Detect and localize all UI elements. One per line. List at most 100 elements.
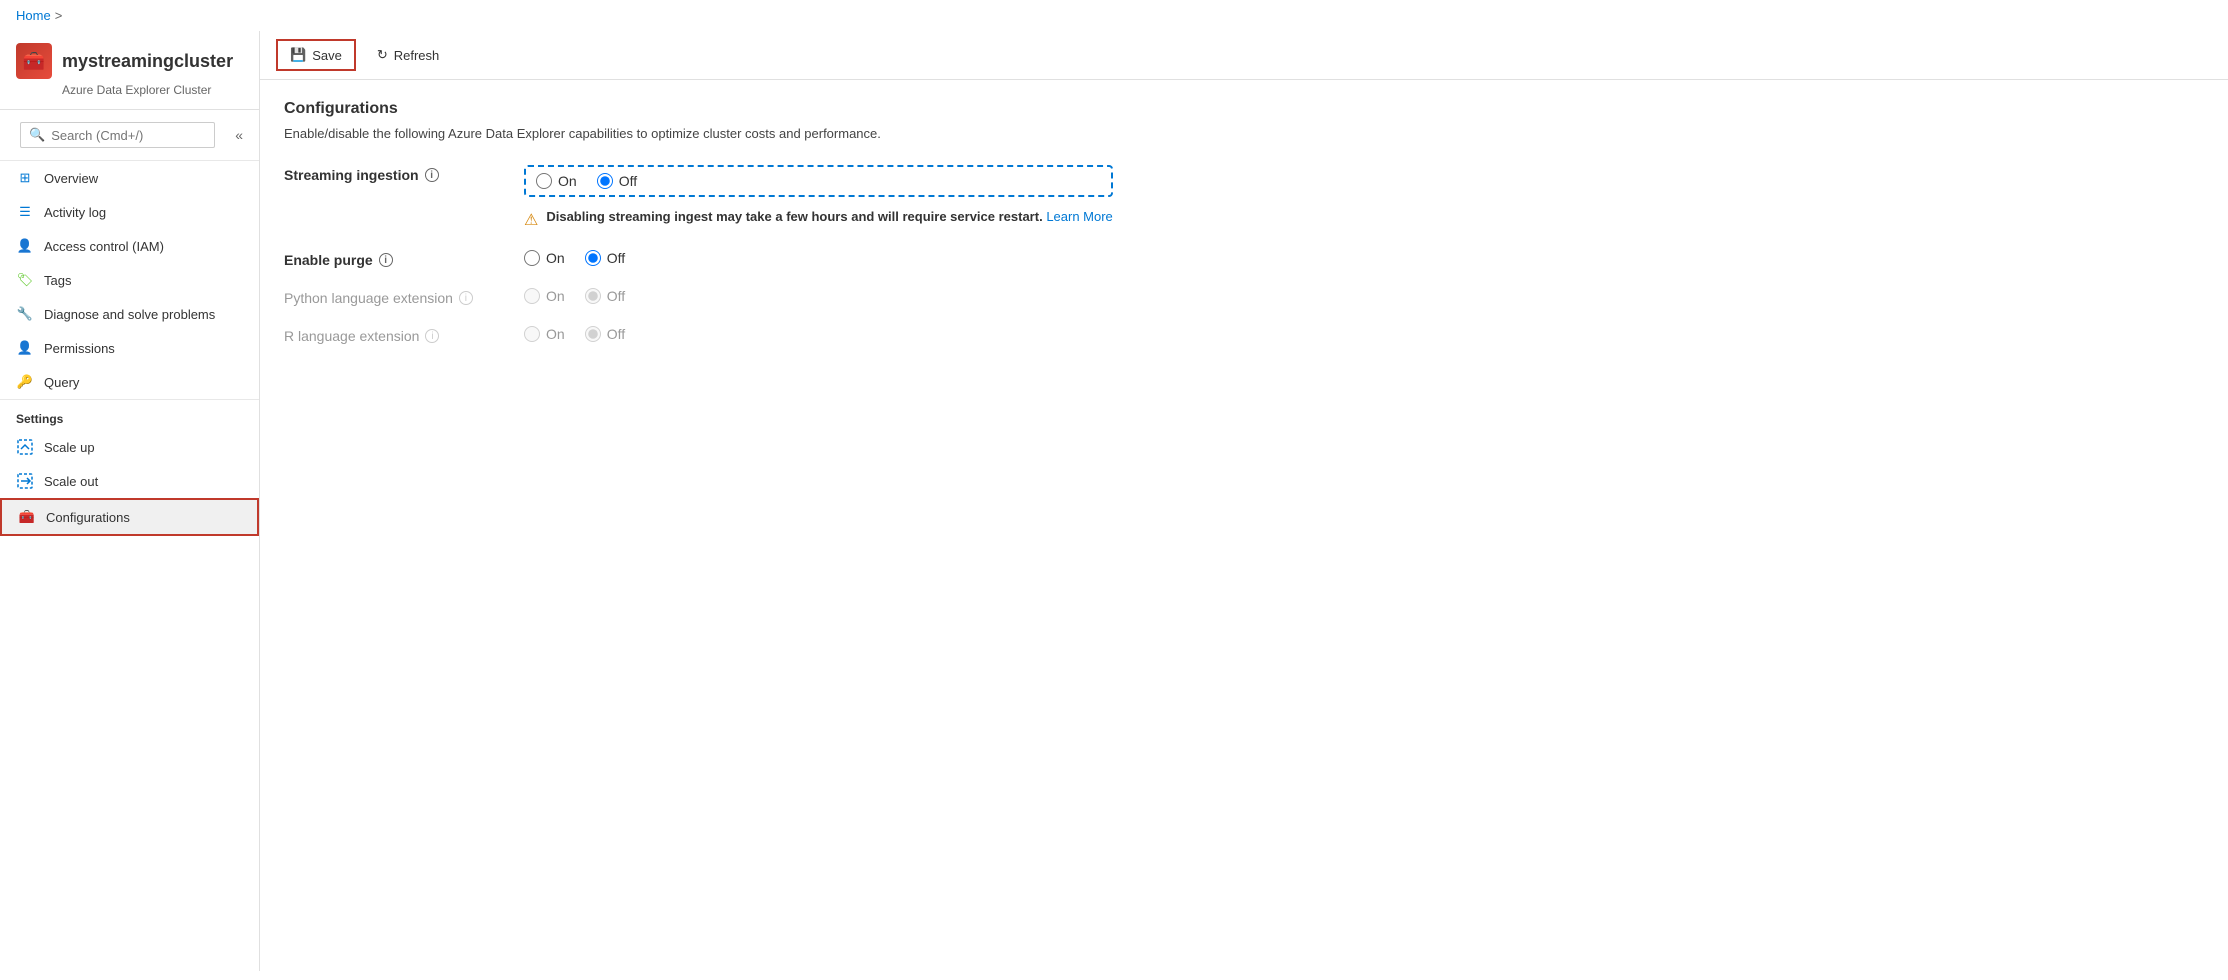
sidebar-label-permissions: Permissions (44, 341, 115, 356)
main-content: 💾 Save ↻ Refresh Configurations Enable/d… (260, 31, 2228, 971)
python-language-on-option: On (524, 288, 565, 304)
enable-purge-controls: On Off (524, 250, 625, 266)
sidebar-item-tags[interactable]: 🏷 Tags (0, 263, 259, 297)
search-input[interactable] (51, 128, 206, 143)
r-language-off-radio (585, 326, 601, 342)
cluster-name: mystreamingcluster (62, 51, 233, 72)
sidebar-item-scale-out[interactable]: Scale out (0, 464, 259, 498)
sidebar-label-scale-up: Scale up (44, 440, 95, 455)
sidebar-header: 🧰 mystreamingcluster Azure Data Explorer… (0, 31, 259, 110)
streaming-ingestion-on-option[interactable]: On (536, 173, 577, 189)
streaming-ingestion-controls: On Off ⚠ Disabling streaming ingest may … (524, 165, 1113, 230)
enable-purge-off-option[interactable]: Off (585, 250, 625, 266)
sidebar-item-activity-log[interactable]: ☰ Activity log (0, 195, 259, 229)
search-box[interactable]: 🔍 (20, 122, 215, 148)
search-row: 🔍 « (0, 110, 259, 161)
sidebar-item-query[interactable]: 🔑 Query (0, 365, 259, 399)
python-language-off-radio (585, 288, 601, 304)
python-language-radio-group: On Off (524, 288, 625, 304)
sidebar-label-activity-log: Activity log (44, 205, 106, 220)
sidebar-label-tags: Tags (44, 273, 71, 288)
sidebar-label-access-control: Access control (IAM) (44, 239, 164, 254)
enable-purge-info-icon[interactable]: i (379, 253, 393, 267)
sidebar-label-scale-out: Scale out (44, 474, 98, 489)
r-language-off-label: Off (607, 326, 625, 342)
warning-text: Disabling streaming ingest may take a fe… (546, 209, 1112, 224)
section-title: Configurations (284, 100, 2204, 118)
enable-purge-on-label: On (546, 250, 565, 266)
python-language-on-label: On (546, 288, 565, 304)
collapse-button[interactable]: « (227, 123, 251, 147)
diagnose-icon: 🔧 (16, 305, 34, 323)
sidebar-item-configurations[interactable]: 🧰 Configurations (0, 498, 259, 536)
sidebar-label-diagnose: Diagnose and solve problems (44, 307, 215, 322)
sidebar: 🧰 mystreamingcluster Azure Data Explorer… (0, 31, 260, 971)
breadcrumb-separator: > (55, 8, 63, 23)
python-language-off-label: Off (607, 288, 625, 304)
iam-icon: 👤 (16, 237, 34, 255)
r-language-info-icon[interactable]: i (425, 329, 439, 343)
configurations-icon: 🧰 (18, 508, 36, 526)
r-language-on-label: On (546, 326, 565, 342)
r-language-off-option: Off (585, 326, 625, 342)
streaming-ingestion-off-label: Off (619, 173, 637, 189)
sidebar-item-permissions[interactable]: 👤 Permissions (0, 331, 259, 365)
r-language-on-radio (524, 326, 540, 342)
python-language-off-option: Off (585, 288, 625, 304)
streaming-ingestion-row: Streaming ingestion i On Off (284, 165, 2204, 230)
save-button[interactable]: 💾 Save (276, 39, 356, 71)
sidebar-item-access-control[interactable]: 👤 Access control (IAM) (0, 229, 259, 263)
python-language-label: Python language extension i (284, 288, 524, 306)
enable-purge-label: Enable purge i (284, 250, 524, 268)
sidebar-label-overview: Overview (44, 171, 98, 186)
breadcrumb-home[interactable]: Home (16, 8, 51, 23)
overview-icon: ⊞ (16, 169, 34, 187)
enable-purge-off-radio[interactable] (585, 250, 601, 266)
python-language-on-radio (524, 288, 540, 304)
enable-purge-off-label: Off (607, 250, 625, 266)
python-language-info-icon[interactable]: i (459, 291, 473, 305)
streaming-ingestion-radio-group: On Off (524, 165, 1113, 197)
warning-icon: ⚠ (524, 210, 538, 230)
sidebar-item-scale-up[interactable]: Scale up (0, 430, 259, 464)
activity-log-icon: ☰ (16, 203, 34, 221)
python-language-row: Python language extension i On Off (284, 288, 2204, 306)
sidebar-item-overview[interactable]: ⊞ Overview (0, 161, 259, 195)
r-language-controls: On Off (524, 326, 625, 342)
sidebar-label-configurations: Configurations (46, 510, 130, 525)
sidebar-label-query: Query (44, 375, 79, 390)
settings-section-label: Settings (0, 399, 259, 430)
refresh-button[interactable]: ↻ Refresh (364, 40, 452, 70)
scale-up-icon (16, 438, 34, 456)
scale-out-icon (16, 472, 34, 490)
enable-purge-on-radio[interactable] (524, 250, 540, 266)
streaming-ingestion-off-radio[interactable] (597, 173, 613, 189)
r-language-on-option: On (524, 326, 565, 342)
refresh-label: Refresh (394, 48, 440, 63)
permissions-icon: 👤 (16, 339, 34, 357)
save-icon: 💾 (290, 47, 306, 63)
streaming-ingestion-label: Streaming ingestion i (284, 165, 524, 183)
sidebar-item-diagnose[interactable]: 🔧 Diagnose and solve problems (0, 297, 259, 331)
streaming-ingestion-off-option[interactable]: Off (597, 173, 637, 189)
enable-purge-row: Enable purge i On Off (284, 250, 2204, 268)
streaming-ingestion-info-icon[interactable]: i (425, 168, 439, 182)
toolbar: 💾 Save ↻ Refresh (260, 31, 2228, 80)
cluster-subtitle: Azure Data Explorer Cluster (62, 83, 243, 97)
search-icon: 🔍 (29, 127, 45, 143)
tags-icon: 🏷 (16, 271, 34, 289)
save-label: Save (312, 48, 342, 63)
section-desc: Enable/disable the following Azure Data … (284, 126, 2204, 141)
learn-more-link[interactable]: Learn More (1046, 209, 1112, 224)
cluster-icon: 🧰 (16, 43, 52, 79)
r-language-radio-group: On Off (524, 326, 625, 342)
refresh-icon: ↻ (377, 47, 388, 63)
r-language-label: R language extension i (284, 326, 524, 344)
python-language-controls: On Off (524, 288, 625, 304)
streaming-ingestion-on-radio[interactable] (536, 173, 552, 189)
enable-purge-on-option[interactable]: On (524, 250, 565, 266)
streaming-ingestion-on-label: On (558, 173, 577, 189)
query-icon: 🔑 (16, 373, 34, 391)
breadcrumb: Home > (0, 0, 2228, 31)
r-language-row: R language extension i On Off (284, 326, 2204, 344)
